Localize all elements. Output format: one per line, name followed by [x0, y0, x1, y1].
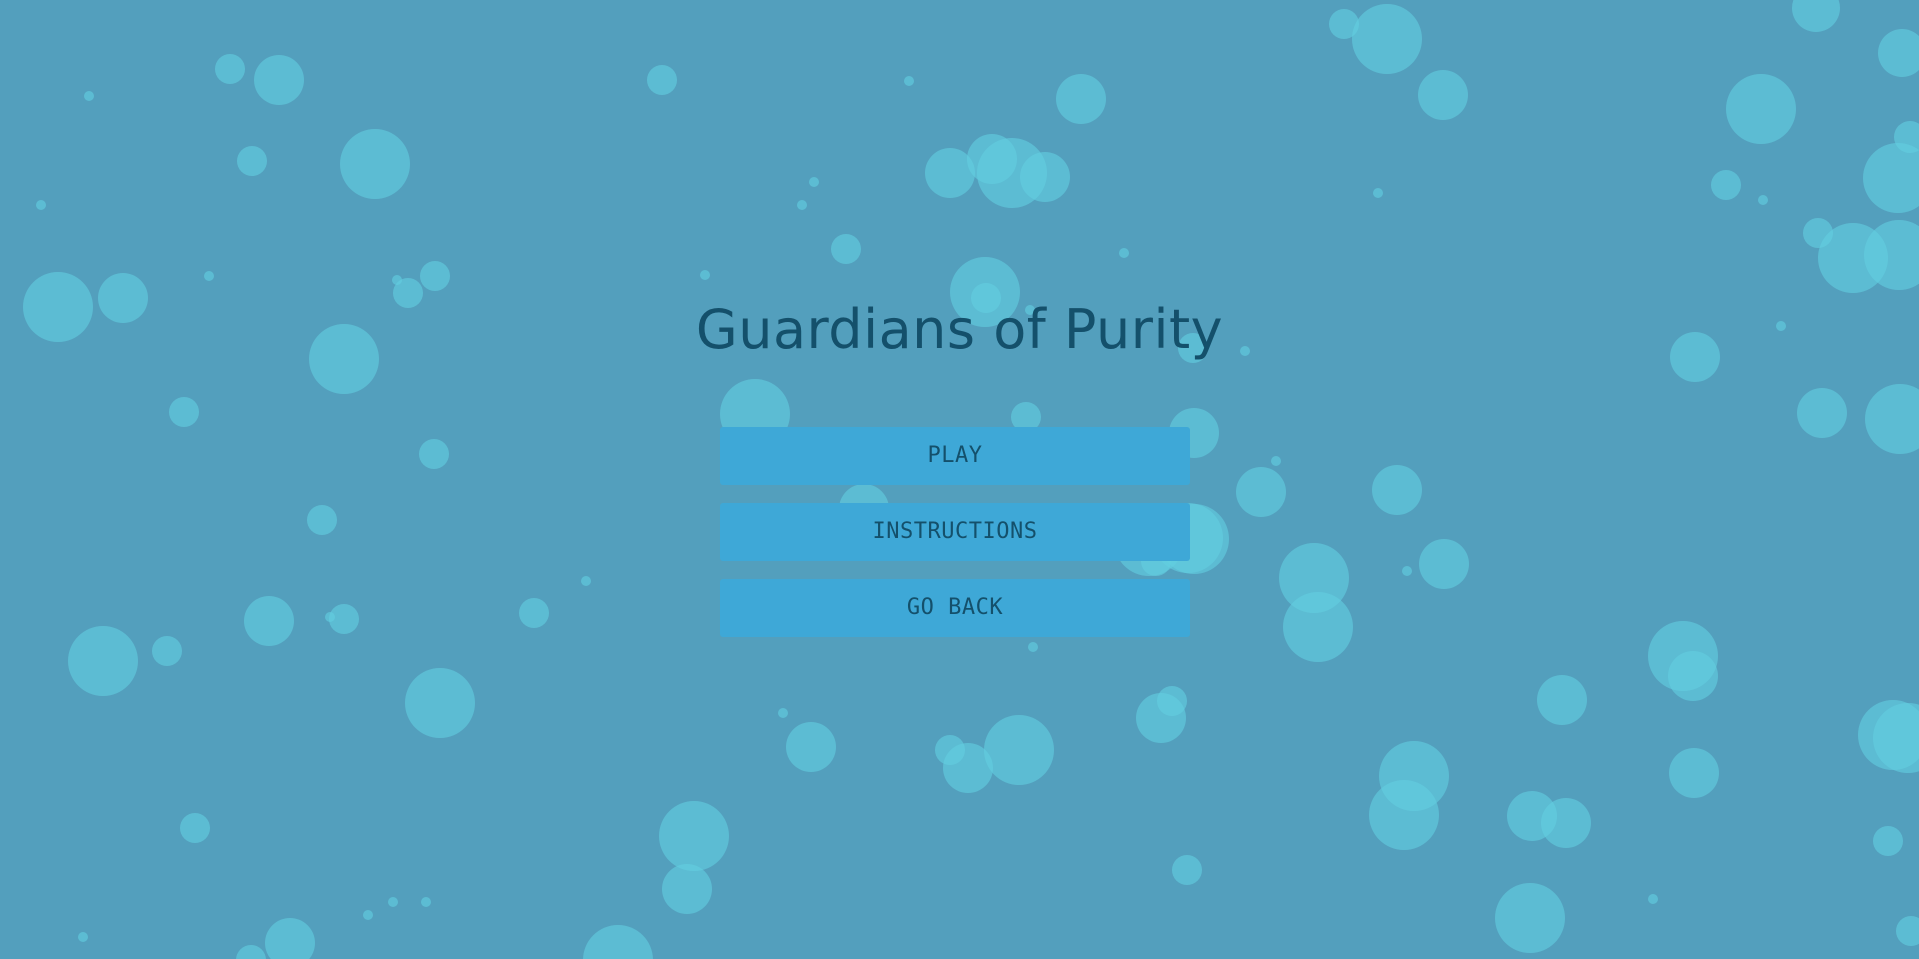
game-title: Guardians of Purity [695, 298, 1224, 361]
main-menu: Guardians of Purity PLAY INSTRUCTIONS GO… [0, 0, 1919, 959]
play-button[interactable]: PLAY [720, 427, 1190, 485]
instructions-button[interactable]: INSTRUCTIONS [720, 503, 1190, 561]
go-back-button[interactable]: GO BACK [720, 579, 1190, 637]
